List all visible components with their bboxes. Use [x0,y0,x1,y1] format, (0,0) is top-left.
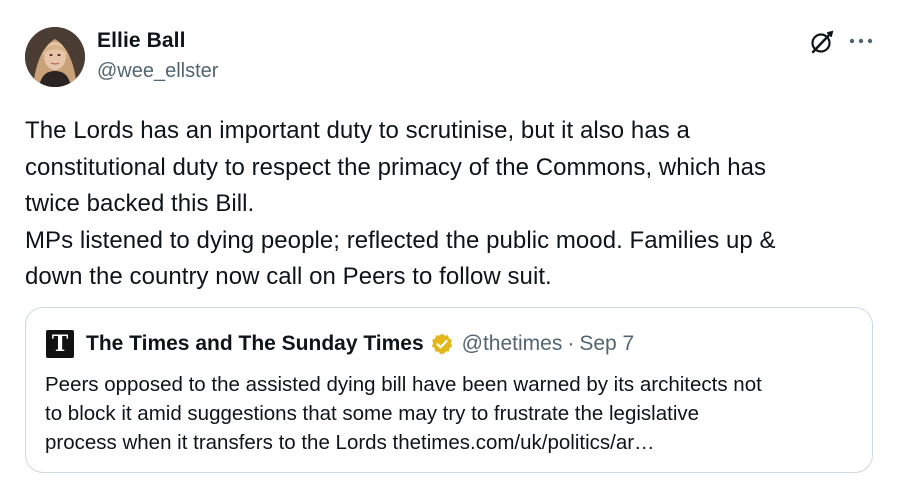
tweet-text-line: The Lords has an important duty to scrut… [25,117,690,144]
verified-badge-icon [431,333,452,355]
tweet: Ellie Ball @wee_ellster The Lords has an… [0,0,908,484]
dot-separator: · [567,332,575,355]
quoted-tweet-header: The Times and The Sunday Times @thetimes… [86,330,634,358]
tweet-text-line: MPs listened to dying people; reflected … [25,226,776,254]
quoted-tweet-date[interactable]: Sep 7 [579,332,634,356]
author-name[interactable]: Ellie Ball [97,29,186,53]
avatar[interactable] [25,27,85,87]
grok-icon[interactable] [808,28,836,56]
quoted-text-line: to block it amid suggestions that some m… [45,402,700,425]
quoted-text-line: process when it transfers to the Lords t… [45,431,655,454]
quoted-author-name[interactable]: The Times and The Sunday Times [86,332,424,356]
more-icon[interactable] [848,36,874,46]
author-handle[interactable]: @wee_ellster [97,60,218,83]
avatar-photo [25,27,85,87]
quoted-tweet[interactable]: T The Times and The Sunday Times @thetim… [25,307,873,473]
quoted-text-line: Peers opposed to the assisted dying bill… [45,373,762,396]
tweet-text-line: constitutional duty to respect the prima… [25,153,767,181]
tweet-text-line: twice backed this Bill. [25,190,255,217]
tweet-text: The Lords has an important duty to scrut… [25,113,875,296]
quoted-author-handle[interactable]: @thetimes [462,332,563,356]
tweet-text-line: down the country now call on Peers to fo… [25,263,552,290]
the-times-logo: T [46,330,74,358]
quoted-tweet-text: Peers opposed to the assisted dying bill… [45,370,865,457]
